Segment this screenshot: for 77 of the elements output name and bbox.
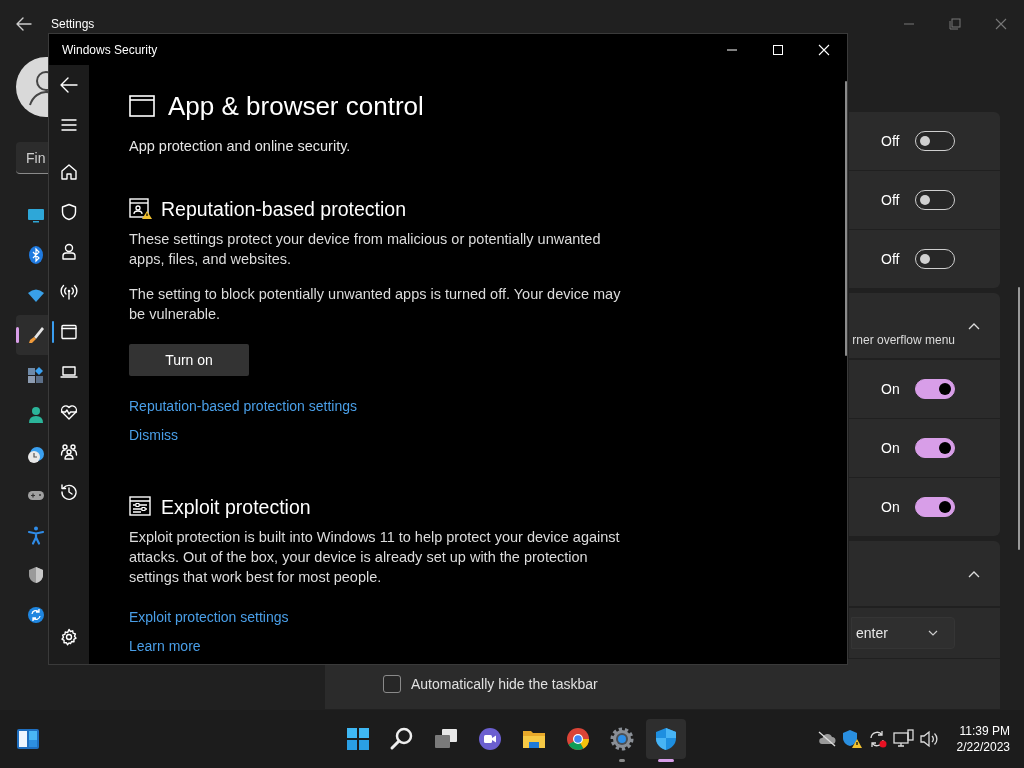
clock-icon (26, 445, 46, 465)
search-icon (389, 726, 415, 752)
turn-on-button[interactable]: Turn on (129, 344, 249, 376)
section-heading: Exploit protection (161, 495, 311, 520)
gear-icon (609, 726, 635, 752)
security-warning-icon[interactable] (840, 729, 863, 749)
volume-icon[interactable] (918, 730, 939, 748)
brush-icon (26, 325, 46, 345)
description-text: The setting to block potentially unwanted apps is turned off. Your device may be vulnerable. (129, 285, 621, 324)
scrollbar[interactable] (1018, 287, 1020, 550)
toggle-state-label: On (881, 381, 901, 397)
nav-item[interactable] (16, 315, 48, 355)
window-title: Settings (51, 17, 95, 31)
bluetooth-icon (26, 245, 46, 265)
shield-icon (26, 565, 46, 585)
toggle-state-label: Off (881, 192, 901, 208)
accessibility-icon (26, 525, 46, 545)
shield-icon (60, 203, 78, 221)
clock[interactable]: 11:39 PM 2/22/2023 (956, 723, 1010, 755)
browser-icon (565, 726, 591, 752)
browser-window-icon (60, 323, 78, 341)
toggle-switch[interactable] (915, 249, 955, 269)
person-icon (26, 405, 46, 425)
section-heading: Reputation-based protection (161, 197, 406, 222)
chevron-down-icon (928, 630, 938, 636)
link[interactable]: Reputation-based protection settings (129, 396, 358, 416)
link[interactable]: Learn more (129, 636, 201, 656)
taskbar-app[interactable] (646, 719, 686, 759)
description-text: Exploit protection is built into Windows 11 to help protect your device against attacks. Out of the box, your device is already set up with the protection settings that work best for most people. (129, 528, 621, 587)
toggle-switch[interactable] (915, 131, 955, 151)
page-subtitle: App protection and online security. (129, 137, 352, 156)
back-icon[interactable] (16, 17, 32, 31)
toggle-switch[interactable] (915, 190, 955, 210)
chevron-icon[interactable] (968, 321, 980, 330)
video-chat-icon (477, 726, 503, 752)
family-icon (60, 443, 78, 461)
dropdown[interactable]: enter (851, 617, 955, 649)
toggle-state-label: Off (881, 251, 901, 267)
toggle-switch[interactable] (915, 379, 955, 399)
network-icon[interactable] (892, 729, 915, 749)
toggle-state-label: Off (881, 133, 901, 149)
description-text: These settings protect your device from malicious or potentially unwanted apps, files, and websites. (129, 230, 602, 269)
toggle-switch[interactable] (915, 497, 955, 517)
maximize-icon[interactable] (772, 43, 784, 56)
home-icon (60, 163, 78, 181)
scrollbar[interactable] (845, 81, 847, 356)
link[interactable]: Exploit protection settings (129, 607, 289, 627)
checkbox-label: Automatically hide the taskbar (411, 676, 598, 692)
browser-window-icon (129, 95, 155, 117)
update-icon (26, 605, 46, 625)
link[interactable]: Dismiss (129, 425, 178, 445)
window-title: Windows Security (62, 42, 158, 57)
toggle-state-label: On (881, 440, 901, 456)
group-description: rner overflow menu (852, 333, 955, 347)
settings-group-header[interactable]: rner overflow menu (849, 293, 1000, 358)
restore-icon[interactable] (949, 18, 961, 30)
widgets-icon[interactable] (16, 728, 40, 750)
toggle-switch[interactable] (915, 438, 955, 458)
apps-icon (26, 365, 46, 385)
account-warning-icon (129, 198, 153, 220)
chevron-icon[interactable] (968, 569, 980, 578)
settings-icon[interactable] (60, 628, 78, 646)
laptop-icon (60, 363, 78, 381)
sliders-icon (129, 496, 153, 518)
search-field[interactable]: Fin (16, 142, 48, 174)
start-icon (345, 726, 371, 752)
heart-pulse-icon (60, 403, 78, 421)
toggle-state-label: On (881, 499, 901, 515)
history-icon (60, 483, 78, 501)
person-icon (60, 243, 78, 261)
shield-icon (653, 726, 679, 752)
wireless-icon (60, 283, 78, 301)
dropdown-value: enter (856, 625, 888, 641)
page-title: App & browser control (168, 90, 424, 123)
menu-icon[interactable] (61, 119, 77, 131)
cloud-off-icon[interactable] (816, 730, 837, 748)
checkbox[interactable] (383, 675, 401, 693)
